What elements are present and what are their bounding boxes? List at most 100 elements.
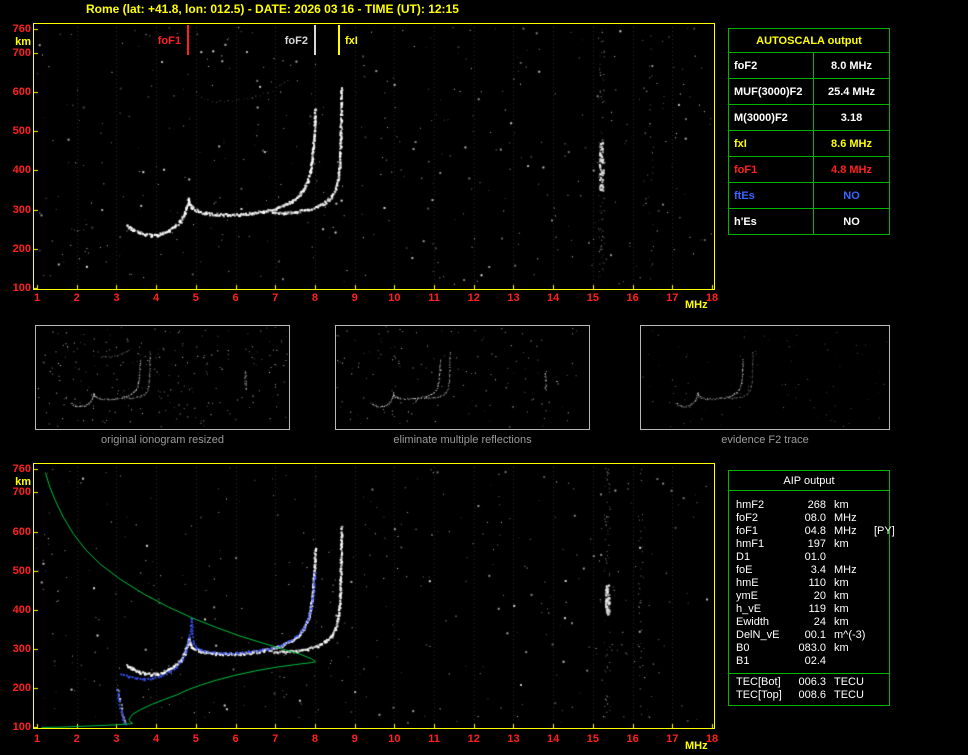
aip-row: D1 01.0	[736, 551, 887, 564]
autoscala-row-label: foF2	[729, 53, 814, 78]
aip-tec-label: TEC[Top]	[736, 689, 782, 701]
aip-row-note	[868, 655, 887, 668]
x-tick-label: 7	[272, 292, 279, 304]
autoscala-row-label: ftEs	[729, 183, 814, 208]
aip-tec-rows: TEC[Bot] 006.3 TECU TEC[Top] 008.6 TECU	[729, 673, 889, 705]
aip-row-note: [PY]	[874, 525, 895, 537]
aip-row-value: 24	[813, 616, 826, 628]
autoscala-output-title: AUTOSCALA output	[729, 29, 889, 53]
aip-row-label: foE	[736, 564, 753, 576]
autoscala-application-window: { "header": { "title": "Rome (lat: +41.8…	[0, 0, 968, 755]
thumbnail-canvas-original	[36, 326, 289, 429]
x-tick-label: 12	[467, 292, 480, 304]
aip-row-note	[868, 499, 887, 512]
aip-row: foF1 04.8 MHz [PY]	[736, 525, 895, 538]
ionogram-canvas-bottom	[34, 464, 714, 728]
autoscala-output-panel: AUTOSCALA output foF2 8.0 MHz MUF(3000)F2 2…	[728, 28, 890, 235]
autoscala-rows: foF2 8.0 MHz MUF(3000)F2 25.4 MHz M(3000)F2 3…	[729, 53, 889, 234]
aip-row-unit: km	[834, 603, 849, 615]
aip-output-title: AIP output	[729, 471, 889, 491]
autoscala-row: MUF(3000)F2 25.4 MHz	[729, 79, 889, 105]
y-tick-label: 600	[12, 85, 31, 98]
x-tick-label: 9	[351, 292, 358, 304]
aip-row-unit: m^(-3)	[834, 629, 866, 641]
x-tick-label: 15	[586, 292, 599, 304]
y-tick-label: 600	[12, 525, 31, 538]
y-tick-label: 500	[12, 564, 31, 577]
autoscala-row: foF1 4.8 MHz	[729, 157, 889, 183]
aip-row-unit: MHz	[834, 512, 857, 524]
aip-row-value: 02.4	[804, 655, 826, 667]
x-tick-label: 1	[33, 733, 41, 745]
aip-rows: hmF2 268 km foF2 08.0 MHz foF1 04.8 MHz [PY] hmF1 1…	[729, 491, 895, 673]
aip-row-note	[868, 590, 887, 603]
aip-row-value: 04.8	[804, 525, 826, 537]
y-axis-unit-label: km	[15, 475, 31, 488]
aip-tec-value: 006.3	[798, 676, 826, 688]
ionogram-plot-top: foF1 foF2 fxI	[33, 23, 715, 290]
autoscala-row-label: M(3000)F2	[729, 105, 814, 130]
aip-tec-unit: TECU	[834, 689, 864, 701]
frequency-marker-layer: foF1 foF2 fxI	[34, 24, 714, 289]
x-tick-label: 16	[626, 733, 639, 745]
aip-row-unit	[826, 655, 868, 668]
x-tick-label: 13	[507, 733, 520, 745]
aip-row-label: DelN_vE	[736, 629, 780, 641]
x-tick-label: 2	[73, 292, 80, 304]
aip-row: DelN_vE 00.1 m^(-3)	[736, 629, 887, 642]
marker-line-fof2	[314, 25, 316, 55]
aip-row-label: h_vE	[736, 603, 762, 615]
autoscala-row-value: 8.0 MHz	[831, 60, 872, 72]
marker-line-fof1	[187, 25, 189, 55]
x-axis-unit-label: MHz	[685, 740, 708, 752]
x-tick-label: 14	[547, 292, 560, 304]
x-tick-label: 13	[507, 292, 520, 304]
aip-row-value: 08.0	[804, 512, 826, 524]
aip-row-note	[868, 603, 887, 616]
marker-label-fof1: foF1	[156, 35, 182, 47]
ionogram-plot-bottom	[33, 463, 715, 729]
aip-row-unit: MHz	[834, 525, 857, 537]
aip-row-unit: km	[834, 642, 849, 654]
y-tick-label: 760	[12, 462, 31, 475]
thumbnail-f2-trace	[640, 325, 890, 430]
aip-row: foF2 08.0 MHz	[736, 512, 887, 525]
aip-row-value: 083.0	[798, 642, 826, 654]
aip-row-label: ymE	[736, 590, 758, 602]
y-tick-label: 700	[12, 46, 31, 59]
autoscala-row-value: NO	[843, 216, 860, 228]
aip-row: h_vE 119 km	[736, 603, 887, 616]
autoscala-row-label: h'Es	[729, 209, 814, 234]
aip-row-note	[868, 564, 887, 577]
x-tick-label: 12	[467, 733, 480, 745]
y-tick-label: 200	[12, 242, 31, 255]
aip-tec-row: TEC[Top] 008.6 TECU	[736, 689, 887, 702]
aip-row-label: hmE	[736, 577, 759, 589]
aip-row-unit: km	[834, 590, 849, 602]
aip-row-value: 268	[807, 499, 826, 511]
x-tick-label: 8	[311, 292, 318, 304]
x-tick-label: 6	[232, 292, 239, 304]
aip-row: hmE 110 km	[736, 577, 887, 590]
x-tick-label: 3	[113, 292, 120, 304]
autoscala-row-value: 4.8 MHz	[831, 164, 872, 176]
aip-row-label: D1	[736, 551, 751, 563]
x-tick-label: 9	[351, 733, 358, 745]
aip-row: hmF1 197 km	[736, 538, 887, 551]
x-tick-label: 1	[33, 292, 41, 304]
aip-row-label: B1	[736, 655, 750, 667]
x-tick-label: 6	[232, 733, 239, 745]
x-tick-label: 10	[388, 733, 401, 745]
aip-row-note	[868, 616, 887, 629]
x-tick-label: 10	[388, 292, 401, 304]
y-tick-label: 760	[12, 23, 31, 36]
x-tick-label: 18	[705, 733, 719, 745]
aip-row-label: foF2	[736, 512, 759, 524]
aip-tec-unit: TECU	[834, 676, 864, 688]
y-tick-label: 700	[12, 486, 31, 499]
aip-row: B0 083.0 km	[736, 642, 887, 655]
autoscala-row: ftEs NO	[729, 183, 889, 209]
x-tick-label: 11	[428, 292, 440, 304]
x-axis-unit-label: MHz	[685, 299, 708, 311]
thumbnail-original-ionogram	[35, 325, 290, 430]
